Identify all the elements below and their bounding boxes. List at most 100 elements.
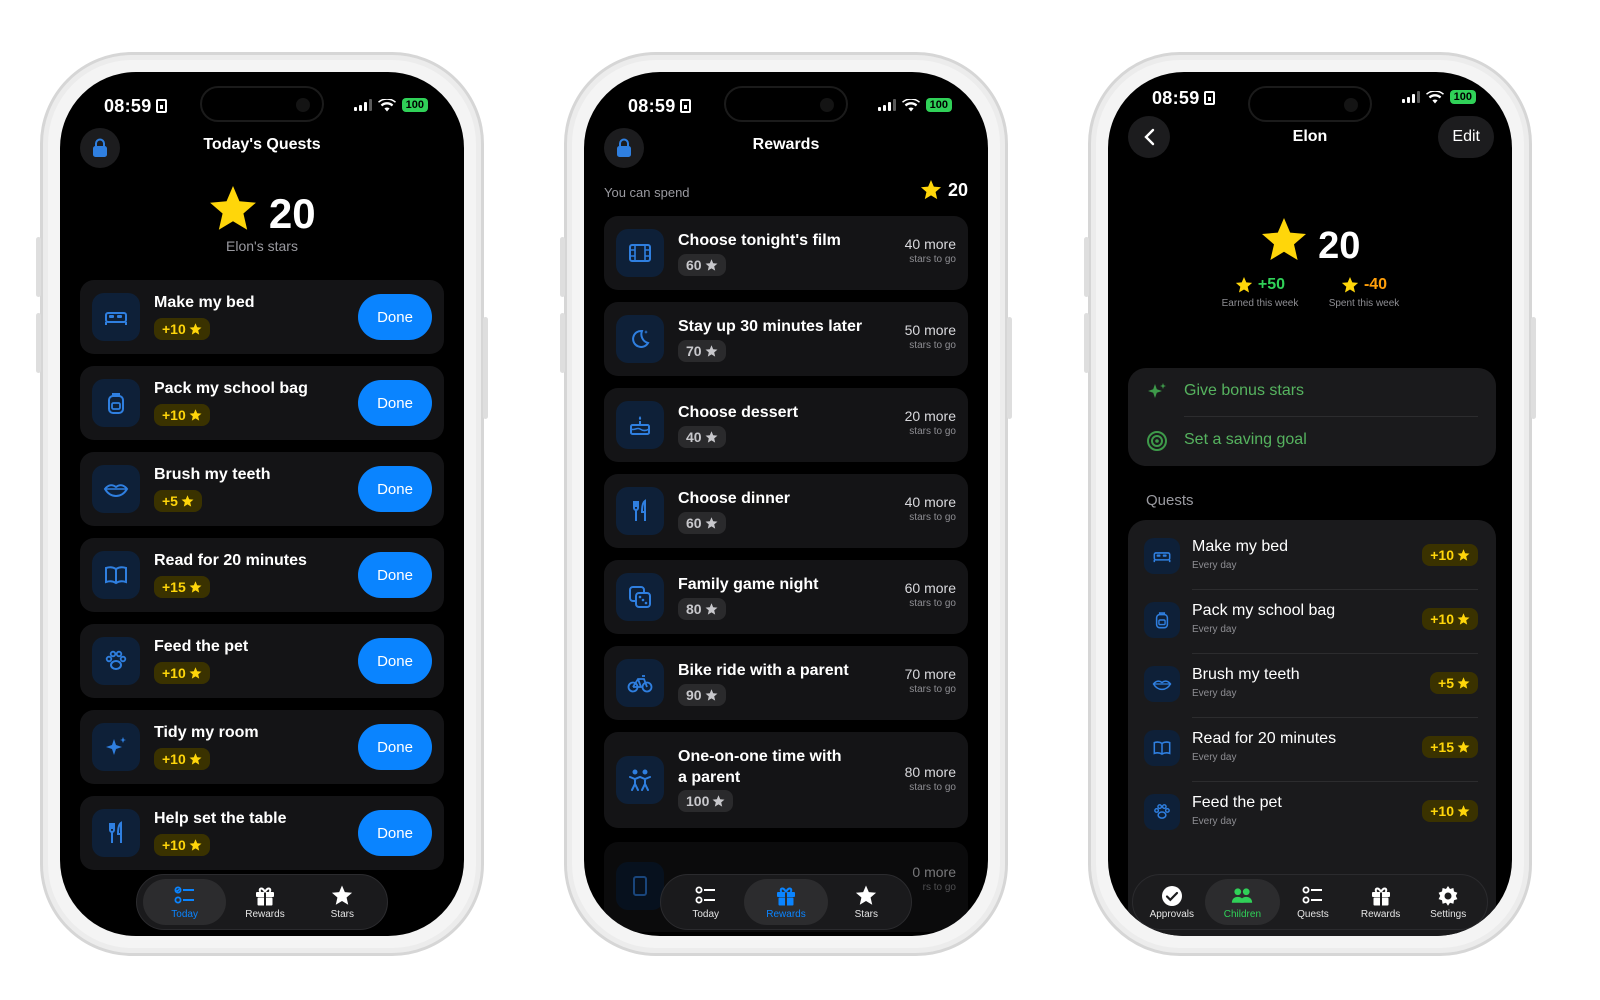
stars-to-go: 40 more stars to go [904, 236, 956, 265]
gift-icon [1371, 887, 1390, 905]
phone-power-button [1531, 317, 1536, 419]
phone-child: 08:59 100 Elon Edit 20 +50 Earned this w… [1084, 52, 1536, 956]
tab-bar: Approvals Children Quests Rewards Settin… [1132, 874, 1488, 930]
child-quest-row[interactable]: Pack my school bag Every day +10 [1128, 590, 1496, 654]
tab-quests[interactable]: Quests [1280, 879, 1346, 925]
quest-card: Pack my school bag +10 Done [80, 366, 444, 440]
tab-today[interactable]: Today [143, 879, 227, 925]
done-button[interactable]: Done [358, 724, 432, 770]
quest-title: Brush my teeth [154, 466, 271, 483]
done-button[interactable]: Done [358, 810, 432, 856]
points-badge: +10 [154, 318, 210, 340]
cost-badge: 100 [678, 790, 734, 812]
quest-frequency: Every day [1192, 624, 1237, 635]
tab-rewards[interactable]: Rewards [226, 879, 303, 925]
reward-title: Stay up 30 minutes later [678, 318, 863, 335]
target-icon [1147, 431, 1167, 451]
star-icon [1457, 612, 1470, 625]
points-badge: +10 [1422, 544, 1478, 566]
child-quest-row[interactable]: Make my bed Every day +10 [1128, 526, 1496, 590]
child-quest-row[interactable]: Brush my teeth Every day +5 [1128, 654, 1496, 718]
status-bar: 08:59 100 [584, 92, 988, 122]
star-icon [1457, 676, 1470, 689]
reward-card[interactable]: One-on-one time with a parent 100 80 more… [604, 732, 968, 828]
quest-title: Read for 20 minutes [154, 552, 307, 569]
reward-card[interactable]: Choose dinner 60 40 more stars to go [604, 474, 968, 548]
earned-stat: +50 Earned this week [1221, 276, 1299, 309]
reward-card[interactable]: Stay up 30 minutes later 70 50 more star… [604, 302, 968, 376]
quest-card: Tidy my room +10 Done [80, 710, 444, 784]
quest-frequency: Every day [1192, 560, 1237, 571]
done-button[interactable]: Done [358, 380, 432, 426]
wifi-icon [901, 98, 920, 111]
phone-side-button [1084, 237, 1089, 297]
reward-card[interactable]: Family game night 80 60 more stars to go [604, 560, 968, 634]
star-icon [1261, 218, 1306, 260]
fork-knife-icon [92, 809, 140, 857]
phone-side-button [36, 313, 41, 373]
bed-icon [92, 293, 140, 341]
paw-icon [1144, 794, 1180, 830]
lips-icon [92, 465, 140, 513]
done-button[interactable]: Done [358, 638, 432, 684]
done-button[interactable]: Done [358, 552, 432, 598]
paw-icon [92, 637, 140, 685]
screen-rewards: 08:59 100 Rewards You can spend 20 Choos… [584, 72, 988, 936]
quest-frequency: Every day [1192, 816, 1237, 827]
quest-title: Feed the pet [154, 638, 249, 655]
tab-rewards[interactable]: Rewards [744, 879, 828, 925]
reward-title: Choose dessert [678, 404, 799, 421]
tab-settings[interactable]: Settings [1415, 879, 1481, 925]
star-icon [1457, 804, 1470, 817]
tab-today[interactable]: Today [667, 879, 744, 925]
reward-title: Bike ride with a parent [678, 662, 849, 679]
cost-badge: 60 [678, 512, 726, 534]
tab-stars[interactable]: Stars [828, 879, 905, 925]
bed-icon [1144, 538, 1180, 574]
fork-knife-icon [616, 487, 664, 535]
child-quest-row[interactable]: Read for 20 minutes Every day +15 [1128, 718, 1496, 782]
quests-section-header: Quests [1146, 492, 1194, 509]
done-button[interactable]: Done [358, 466, 432, 512]
phone-side-button [36, 237, 41, 297]
quest-card: Brush my teeth +5 Done [80, 452, 444, 526]
cake-icon [616, 401, 664, 449]
cost-badge: 40 [678, 426, 726, 448]
checklist-icon [174, 886, 194, 903]
edit-button[interactable]: Edit [1438, 116, 1494, 158]
give-bonus-stars-button[interactable]: Give bonus stars [1128, 368, 1496, 416]
status-bar: 08:59 100 [60, 92, 464, 122]
done-button[interactable]: Done [358, 294, 432, 340]
cost-badge: 60 [678, 254, 726, 276]
reward-card[interactable]: Bike ride with a parent 90 70 more stars… [604, 646, 968, 720]
status-time: 08:59 [628, 96, 691, 117]
set-saving-goal-button[interactable]: Set a saving goal [1128, 417, 1496, 465]
status-time: 08:59 [1152, 88, 1215, 109]
stars-to-go: 50 more stars to go [904, 322, 956, 351]
reward-card[interactable]: Choose dessert 40 20 more stars to go [604, 388, 968, 462]
stars-to-go: 20 more stars to go [904, 408, 956, 437]
checklist-icon [1302, 886, 1322, 903]
people-icon [616, 756, 664, 804]
tab-rewards[interactable]: Rewards [1346, 879, 1416, 925]
star-icon [705, 258, 718, 271]
reward-card[interactable]: Choose tonight's film 60 40 more stars t… [604, 216, 968, 290]
phone-today: 08:59 100 Today's Quests 20 Elon's stars… [36, 52, 488, 956]
reward-title: One-on-one time with a parent [678, 748, 842, 786]
tab-stars[interactable]: Stars [304, 879, 381, 925]
quest-title: Pack my school bag [1192, 602, 1336, 619]
backpack-icon [92, 379, 140, 427]
star-summary: 20 Elon's stars [60, 186, 464, 254]
dice-icon [616, 573, 664, 621]
stars-to-go: 70 more stars to go [904, 666, 956, 695]
phone-power-button [1007, 317, 1012, 419]
people-icon [1232, 887, 1253, 903]
phone-side-button [1084, 313, 1089, 373]
quest-card: Help set the table +10 Done [80, 796, 444, 870]
child-quest-row[interactable]: Feed the pet Every day +10 [1128, 782, 1496, 846]
points-badge: +10 [154, 748, 210, 770]
cost-badge: 90 [678, 684, 726, 706]
tab-approvals[interactable]: Approvals [1139, 879, 1205, 925]
spend-label: You can spend [604, 185, 690, 200]
tab-children[interactable]: Children [1204, 879, 1281, 925]
